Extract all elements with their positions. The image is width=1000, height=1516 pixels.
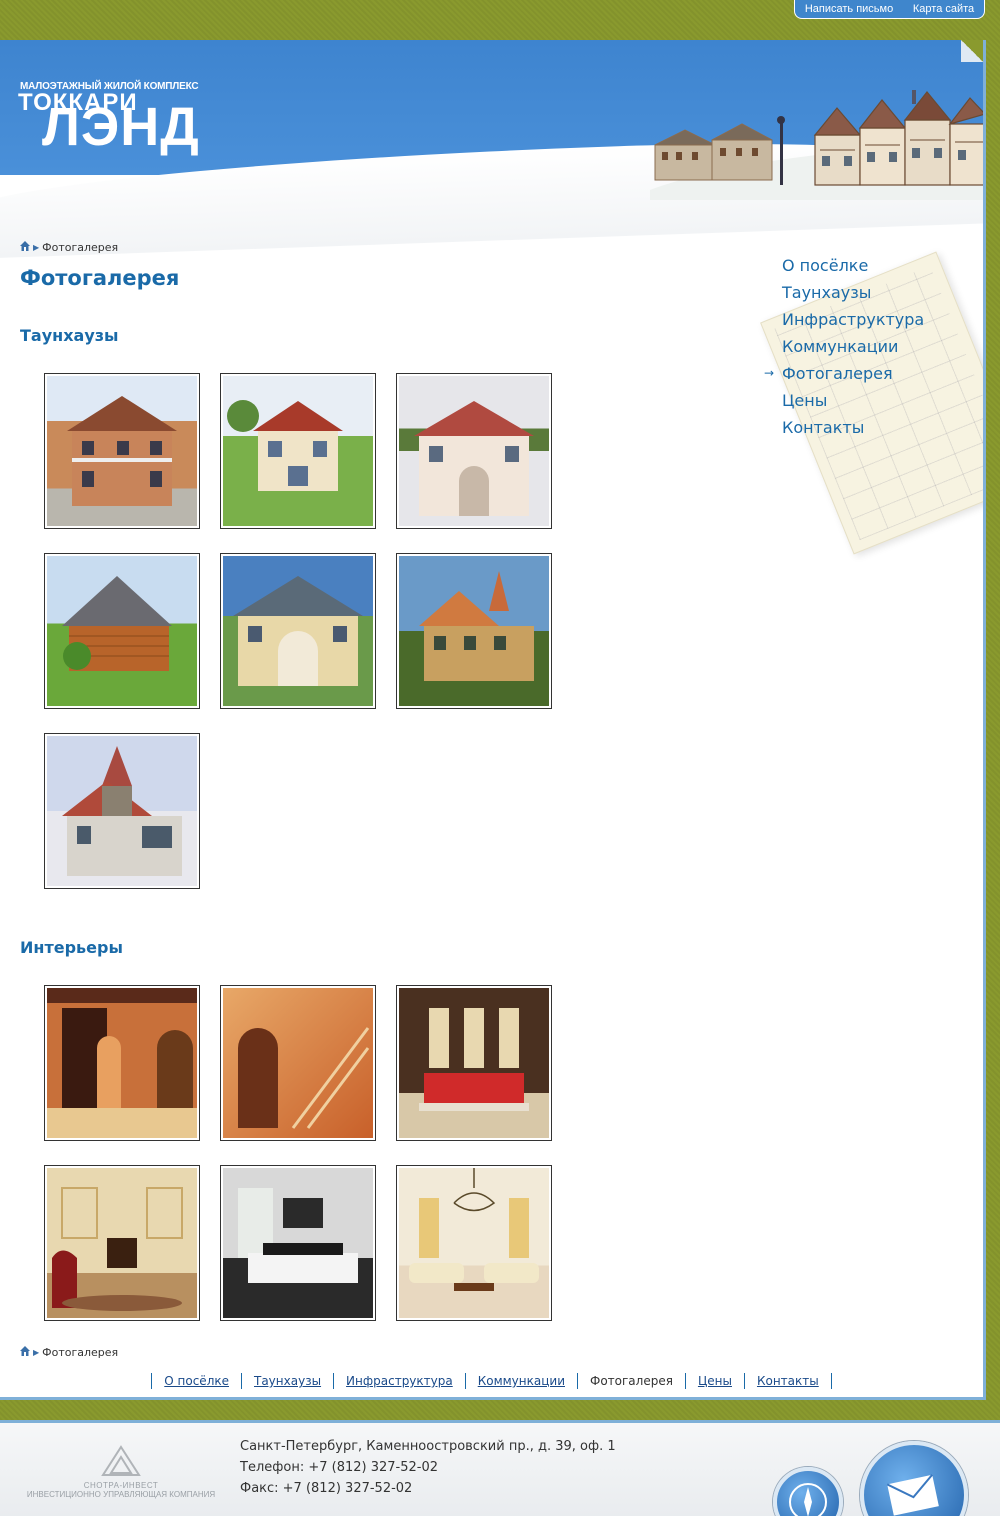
sitemap-link[interactable]: Карта сайта [913,3,974,15]
menu-item-about[interactable]: О посёлке [782,252,972,279]
address: Санкт-Петербург, Каменноостровский пр., … [240,1439,616,1454]
contact-info: Санкт-Петербург, Каменноостровский пр., … [240,1436,616,1499]
phone: Телефон: +7 (812) 327-52-02 [240,1460,438,1475]
site-footer: СНОТРА-ИНВЕСТ ИНВЕСТИЦИОННО УПРАВЛЯЮЩАЯ … [0,1420,1000,1516]
breadcrumb: ▶ Фотогалерея [20,241,118,254]
page-title: Фотогалерея [20,266,180,290]
triangle-logo-icon [101,1445,141,1476]
gallery-thumb[interactable] [44,553,200,709]
fax: Факс: +7 (812) 327-52-02 [240,1481,413,1496]
townhouses-illustration [650,90,983,200]
menu-item-contacts[interactable]: Контакты [782,414,972,441]
site-header: МАЛОЭТАЖНЫЙ ЖИЛОЙ КОМПЛЕКС ТОККАРИ ЛЭНД [0,40,983,260]
footer-link-infrastructure[interactable]: Инфраструктура [346,1374,453,1388]
footer-link-contacts[interactable]: Контакты [757,1374,819,1388]
write-letter-link[interactable]: Написать письмо [805,3,893,15]
gallery-thumb[interactable] [44,373,200,529]
logo-line-2: ЛЭНД [42,97,200,157]
gallery-thumb[interactable] [220,373,376,529]
gallery-thumb[interactable] [396,373,552,529]
breadcrumb-arrow-icon: ▶ [33,1348,40,1357]
top-links-bar: Написать письмо Карта сайта [794,0,985,19]
home-icon[interactable] [20,241,30,254]
side-menu: О посёлке Таунхаузы Инфраструктура Комму… [764,252,972,441]
breadcrumb-arrow-icon: ▶ [33,243,40,252]
breadcrumb-current: Фотогалерея [42,1346,119,1359]
home-icon[interactable] [20,1346,30,1359]
gallery-thumb[interactable] [220,553,376,709]
gallery-thumb[interactable] [44,985,200,1141]
envelope-icon [886,1474,939,1516]
footer-link-prices[interactable]: Цены [698,1374,732,1388]
section-title-interiors: Интерьеры [20,938,123,957]
gallery-thumb[interactable] [44,1165,200,1321]
menu-item-infrastructure[interactable]: Инфраструктура [782,306,972,333]
company-subtitle: ИНВЕСТИЦИОННО УПРАВЛЯЮЩАЯ КОМПАНИЯ [26,1490,216,1499]
company-logo[interactable]: СНОТРА-ИНВЕСТ ИНВЕСТИЦИОННО УПРАВЛЯЮЩАЯ … [26,1445,216,1499]
company-name: СНОТРА-ИНВЕСТ [83,1481,159,1490]
footer-link-communications[interactable]: Коммункации [478,1374,565,1388]
footer-link-townhouses[interactable]: Таунхаузы [254,1374,321,1388]
active-arrow-icon: → [764,366,775,380]
breadcrumb-current: Фотогалерея [42,241,119,254]
gallery-thumb[interactable] [44,733,200,889]
gallery-thumb[interactable] [396,1165,552,1321]
menu-item-townhouses[interactable]: Таунхаузы [782,279,972,306]
menu-item-prices[interactable]: Цены [782,387,972,414]
section-title-townhouses: Таунхаузы [20,326,119,345]
menu-item-communications[interactable]: Коммункации [782,333,972,360]
breadcrumb-bottom: ▶ Фотогалерея [20,1346,118,1359]
gallery-thumb[interactable] [396,985,552,1141]
mail-button[interactable] [860,1441,968,1516]
footer-nav: О посёлке Таунхаузы Инфраструктура Комму… [0,1373,983,1389]
footer-link-about[interactable]: О посёлке [164,1374,229,1388]
gallery-thumb[interactable] [396,553,552,709]
gallery-thumb[interactable] [220,1165,376,1321]
compass-button[interactable] [773,1467,843,1516]
menu-item-gallery[interactable]: → Фотогалерея [764,360,972,387]
main-panel: МАЛОЭТАЖНЫЙ ЖИЛОЙ КОМПЛЕКС ТОККАРИ ЛЭНД [0,40,986,1400]
gallery-thumb[interactable] [220,985,376,1141]
compass-icon [789,1483,827,1516]
footer-current-gallery: Фотогалерея [590,1374,673,1388]
